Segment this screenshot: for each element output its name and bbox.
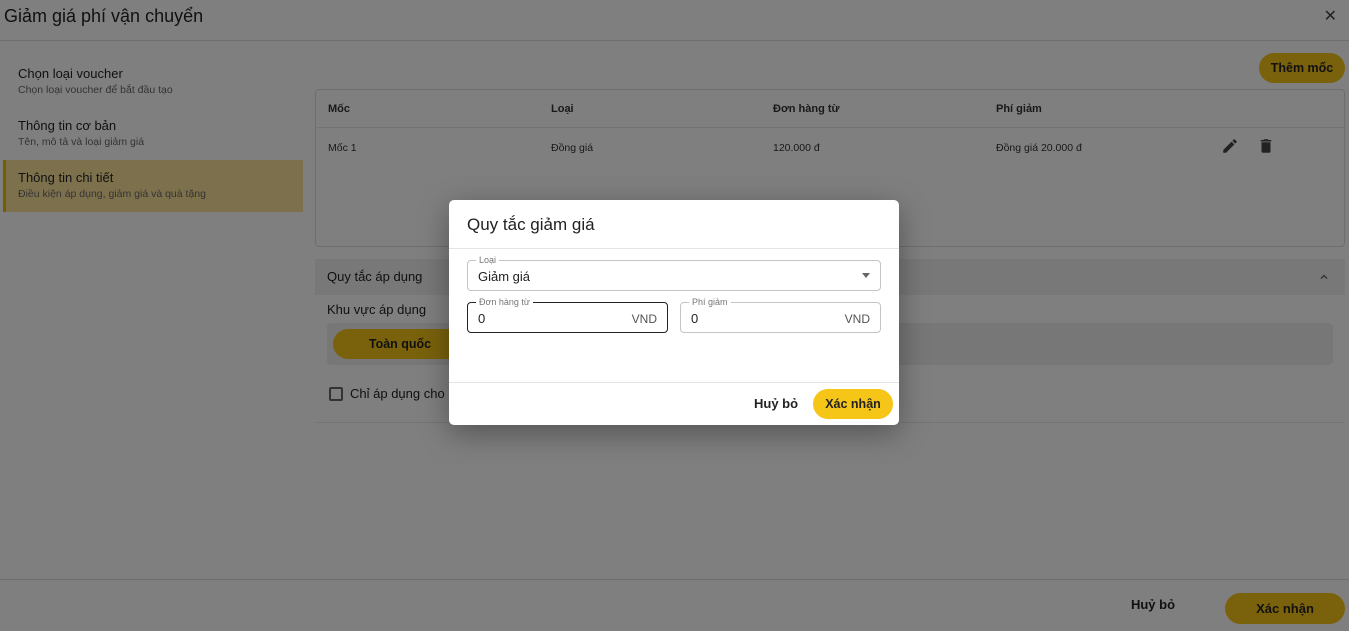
order-from-label: Đơn hàng từ (476, 296, 533, 308)
dialog-title: Quy tắc giảm giá (467, 215, 595, 234)
fee-value: 0 (691, 311, 699, 326)
type-select-value: Giảm giá (478, 269, 531, 284)
order-from-suffix: VND (631, 312, 657, 326)
type-select-label: Loại (476, 254, 500, 266)
fee-label: Phí giảm (689, 296, 731, 308)
fee-suffix: VND (844, 312, 870, 326)
dialog-cancel-button[interactable]: Huỷ bỏ (754, 396, 798, 411)
order-from-value: 0 (478, 311, 486, 326)
dialog-confirm-button[interactable]: Xác nhận (813, 389, 893, 419)
type-select[interactable]: Loại Giảm giá (467, 254, 881, 291)
discount-rule-dialog: Quy tắc giảm giá Loại Giảm giá Đơn hàng … (449, 200, 899, 425)
caret-down-icon (862, 273, 870, 278)
fee-field[interactable]: Phí giảm 0 VND (680, 296, 881, 333)
divider (449, 382, 899, 383)
order-from-field[interactable]: Đơn hàng từ 0 VND (467, 296, 668, 333)
divider (449, 248, 899, 249)
